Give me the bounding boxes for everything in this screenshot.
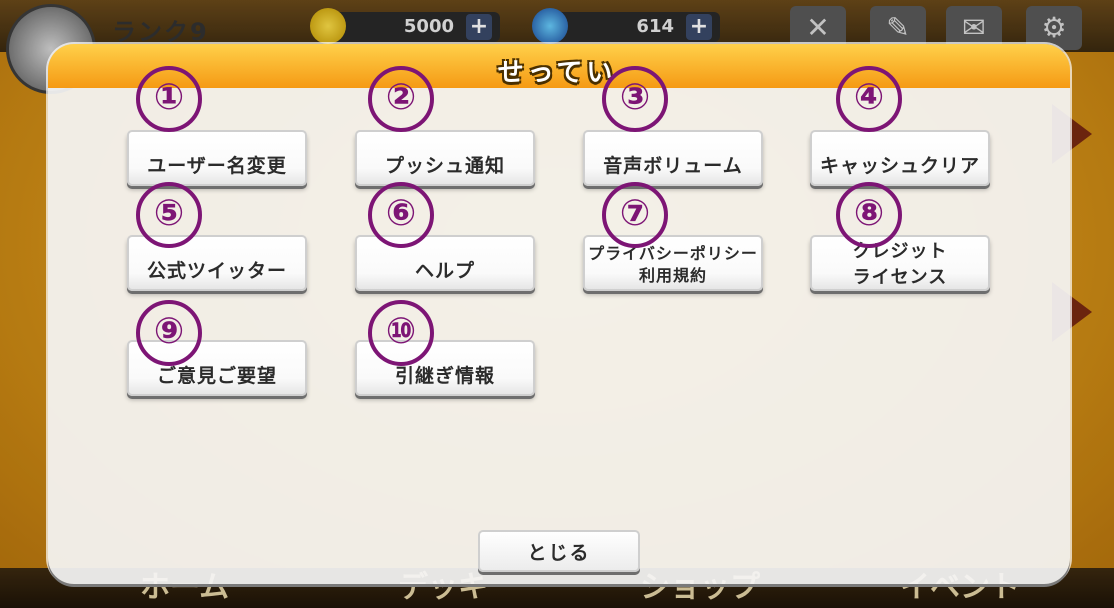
official-twitter-button[interactable]: 公式ツイッター — [127, 235, 307, 291]
button-label: 引継ぎ情報 — [394, 364, 495, 387]
help-button[interactable]: ヘルプ — [355, 235, 535, 291]
button-label: ユーザー名変更 — [147, 154, 287, 177]
button-label: プッシュ通知 — [384, 154, 505, 177]
privacy-policy-terms-button[interactable]: プライバシーポリシー 利用規約 — [583, 235, 763, 291]
settings-dialog — [48, 44, 1070, 584]
dialog-title: せってい — [497, 58, 617, 88]
button-label-line2: 利用規約 — [638, 266, 707, 285]
button-label: ヘルプ — [414, 259, 475, 282]
button-label: ご意見ご要望 — [156, 364, 277, 387]
button-label: キャッシュクリア — [819, 154, 980, 177]
sound-volume-button[interactable]: 音声ボリューム — [583, 130, 763, 186]
data-transfer-button[interactable]: 引継ぎ情報 — [355, 340, 535, 396]
button-label-line2: ライセンス — [852, 267, 948, 288]
change-username-button[interactable]: ユーザー名変更 — [127, 130, 307, 186]
credit-license-button[interactable]: クレジット ライセンス — [810, 235, 990, 291]
button-label-line1: クレジット — [852, 241, 948, 262]
close-button[interactable]: とじる — [478, 530, 640, 572]
button-label: 音声ボリューム — [603, 154, 743, 177]
push-notification-button[interactable]: プッシュ通知 — [355, 130, 535, 186]
cache-clear-button[interactable]: キャッシュクリア — [810, 130, 990, 186]
feedback-request-button[interactable]: ご意見ご要望 — [127, 340, 307, 396]
button-label-line1: プライバシーポリシー — [588, 244, 758, 263]
button-label: 公式ツイッター — [146, 259, 287, 282]
